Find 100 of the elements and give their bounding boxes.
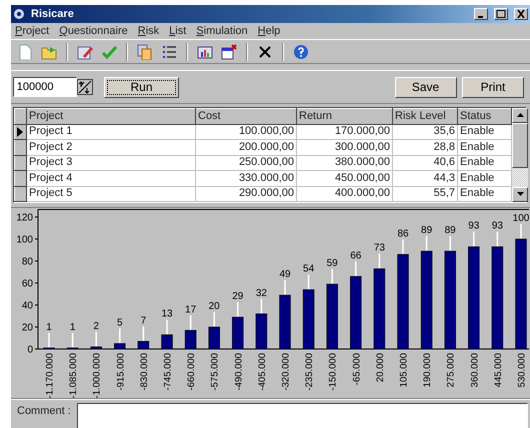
data-label: 93 <box>468 220 480 232</box>
table-cell: 330.000,00 <box>196 170 296 186</box>
bar <box>279 294 291 350</box>
menu-item[interactable]: Questionnaire <box>59 22 128 40</box>
column-header[interactable]: Project <box>26 108 196 124</box>
down-arrow-icon[interactable] <box>516 192 524 196</box>
leader-line <box>496 232 498 246</box>
x-tick-label: -1.000.000 <box>92 353 103 398</box>
x-tick-label: -575.000 <box>210 353 221 391</box>
table-cell: Project 1 <box>26 124 196 140</box>
data-label: 93 <box>492 220 503 232</box>
comment-label: Comment : <box>17 404 71 419</box>
table-cell: 250.000,00 <box>196 155 296 170</box>
table-cell: 450.000,00 <box>296 170 392 186</box>
list-icon[interactable] <box>161 44 177 60</box>
table-cell: 400.000,00 <box>296 186 392 202</box>
menu-item[interactable]: Help <box>258 22 280 40</box>
row-indicator[interactable] <box>14 140 26 155</box>
table-cell: 200.000,00 <box>196 140 296 155</box>
data-label: 2 <box>93 320 99 332</box>
leader-line <box>355 261 357 276</box>
x-tick-label: -1.170.000 <box>44 353 56 398</box>
pencil-icon[interactable] <box>77 44 93 60</box>
up-arrow-icon <box>516 113 524 118</box>
bar <box>256 314 268 350</box>
data-label: 89 <box>421 225 432 236</box>
window-icon[interactable] <box>221 44 237 60</box>
spin-button[interactable] <box>77 79 93 95</box>
menu-item[interactable]: Simulation <box>196 22 248 40</box>
window-title: Risicare <box>31 6 75 22</box>
delete-icon[interactable] <box>257 44 273 60</box>
table-cell: Project 4 <box>26 170 196 186</box>
menu-item[interactable]: Risk <box>138 22 160 40</box>
data-label: 54 <box>303 264 314 275</box>
data-label: 89 <box>444 225 456 236</box>
x-tick-label: -745.000 <box>162 353 174 391</box>
bar <box>138 341 150 350</box>
data-label: 1 <box>70 322 76 333</box>
leader-line <box>260 298 262 314</box>
x-tick-label: 105.000 <box>398 353 410 388</box>
table-cell: 300.000,00 <box>296 140 392 155</box>
x-tick-label: 360.000 <box>469 353 480 388</box>
comment-field[interactable] <box>76 403 528 428</box>
leader-line <box>378 254 380 268</box>
table-cell: Project 2 <box>26 140 196 155</box>
leader-line <box>426 236 428 251</box>
leader-line <box>473 232 475 246</box>
data-label: 32 <box>256 288 267 299</box>
x-tick-label: 530.000 <box>516 353 528 388</box>
y-tick-label: 100 <box>16 234 33 246</box>
x-tick-label: -490.000 <box>233 353 244 391</box>
run-button[interactable]: Run <box>104 76 179 98</box>
copy-icon[interactable] <box>137 44 153 60</box>
save-button[interactable]: Save <box>394 76 456 98</box>
chart-icon[interactable] <box>197 44 213 60</box>
row-indicator[interactable] <box>14 124 26 140</box>
leader-line <box>237 302 239 317</box>
y-tick-label: 60 <box>22 278 33 290</box>
row-indicator[interactable] <box>14 155 26 170</box>
column-header[interactable]: Status <box>458 108 512 124</box>
x-tick-label: -150.000 <box>328 353 339 391</box>
bar <box>208 326 220 350</box>
table-cell: 290.000,00 <box>196 186 296 202</box>
data-label: 73 <box>374 242 385 254</box>
menu-item[interactable]: List <box>169 22 186 40</box>
help-icon[interactable] <box>293 44 309 60</box>
data-label: 59 <box>326 258 338 270</box>
row-indicator[interactable] <box>14 186 26 202</box>
check-icon[interactable] <box>101 44 117 60</box>
x-tick-label: 445.000 <box>492 353 504 388</box>
table-cell: 44,3 <box>392 170 458 186</box>
table-cell: Project 3 <box>26 155 196 170</box>
table-cell: 28,8 <box>392 140 458 155</box>
bar <box>114 343 126 350</box>
amount-field[interactable]: 100000 <box>13 77 77 97</box>
leader-line <box>95 332 97 346</box>
leader-line <box>142 326 144 341</box>
x-tick-label: 275.000 <box>446 353 457 388</box>
leader-line <box>72 332 74 348</box>
x-tick-label: -235.000 <box>304 353 316 391</box>
row-indicator[interactable] <box>14 170 26 186</box>
data-label: 49 <box>279 269 291 280</box>
scrollbar-thumb[interactable] <box>512 123 528 168</box>
column-header[interactable]: Cost <box>196 108 296 124</box>
table-cell: 100.000,00 <box>196 124 296 140</box>
column-header[interactable]: Return <box>296 108 392 124</box>
table-cell: 380.000,00 <box>296 155 392 170</box>
column-header[interactable]: Risk Level <box>392 108 458 124</box>
print-button[interactable]: Print <box>462 76 524 98</box>
table-cell: 40,6 <box>392 155 458 170</box>
table-cell: Project 5 <box>26 186 196 202</box>
x-tick-label: -915.000 <box>115 353 126 391</box>
menu-item[interactable]: Project <box>15 22 50 40</box>
bar <box>161 334 173 350</box>
data-label: 29 <box>232 291 244 302</box>
bar <box>302 289 314 350</box>
y-tick-label: 0 <box>27 344 33 356</box>
data-label: 100 <box>512 213 529 224</box>
data-label: 66 <box>350 250 362 262</box>
leader-line <box>48 332 50 348</box>
